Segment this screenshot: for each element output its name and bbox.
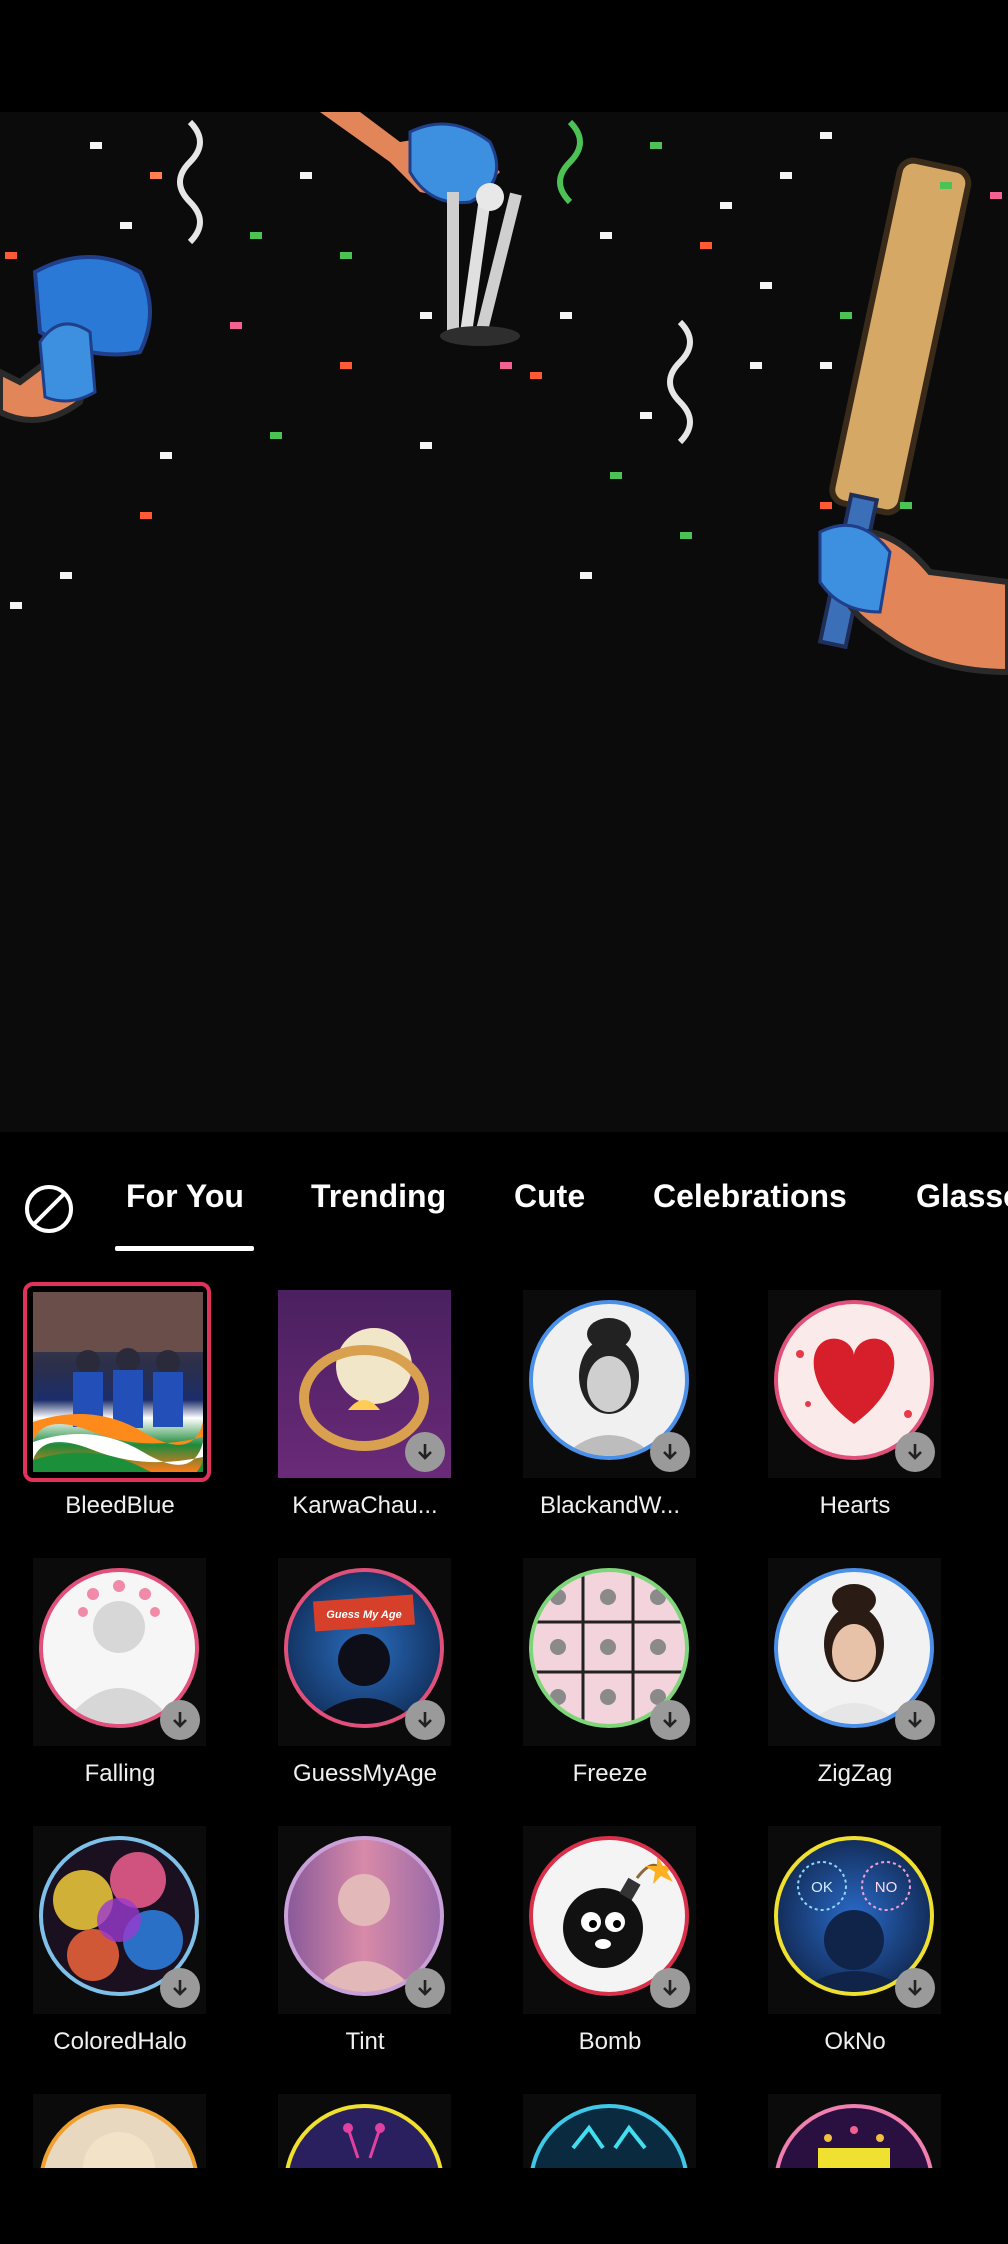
- download-icon: [895, 1700, 935, 1740]
- effect-label: ColoredHalo: [53, 2028, 187, 2055]
- effect-thumbnail: [33, 2094, 206, 2168]
- effect-label: BlackandW...: [539, 1492, 681, 1519]
- tab-trending[interactable]: Trending: [311, 1178, 446, 1215]
- effect-karwachauth[interactable]: KarwaChau...: [245, 1282, 465, 1532]
- stump-base: [440, 326, 520, 346]
- download-icon: [895, 1432, 935, 1472]
- download-icon: [650, 1700, 690, 1740]
- active-tab-indicator: [115, 1246, 254, 1251]
- effect-thumbnail: [768, 1290, 941, 1478]
- effect-row4-item-2[interactable]: [245, 2086, 465, 2168]
- effect-tint[interactable]: Tint: [245, 1818, 465, 2068]
- effect-thumbnail: [523, 1558, 696, 1746]
- guess-my-age-sign: Guess My Age: [326, 1609, 401, 1621]
- effect-row4-item-1[interactable]: [0, 2086, 220, 2168]
- download-icon: [650, 1968, 690, 2008]
- love-image: [818, 2126, 890, 2168]
- download-icon: [405, 1968, 445, 2008]
- stump-1: [447, 192, 459, 332]
- effect-thumbnail: [768, 2094, 941, 2168]
- download-icon: [650, 1432, 690, 1472]
- effect-thumbnail: [278, 1826, 451, 2014]
- effect-label: ZigZag: [817, 1760, 893, 1787]
- tab-glasses[interactable]: Glasse: [916, 1178, 1008, 1215]
- effect-okno[interactable]: OK NO OkNo: [735, 1818, 955, 2068]
- effect-bleedblue[interactable]: BleedBlue: [0, 1282, 220, 1532]
- effect-label: Bomb: [578, 2028, 642, 2055]
- effect-guessmyage[interactable]: Guess My Age GuessMyAge: [245, 1550, 465, 1800]
- no-text: NO: [875, 1879, 898, 1896]
- effect-thumbnail: [278, 2094, 451, 2168]
- effect-coloredhalo[interactable]: ColoredHalo: [0, 1818, 220, 2068]
- category-tab-bar: For You Trending Cute Celebrations Glass…: [0, 1160, 1008, 1256]
- effects-grid: BleedBlue KarwaChau... BlackandW... Hear…: [0, 1282, 1008, 2168]
- effect-thumbnail: [768, 1558, 941, 1746]
- effect-label: KarwaChau...: [292, 1492, 438, 1519]
- effect-row4-item-4[interactable]: [735, 2086, 955, 2168]
- team-players-image: [33, 1292, 203, 1472]
- effect-freeze[interactable]: Freeze: [490, 1550, 710, 1800]
- effect-thumbnail: OK NO: [768, 1826, 941, 2014]
- tab-celebrations[interactable]: Celebrations: [653, 1178, 847, 1215]
- effect-blackandwhite[interactable]: BlackandW...: [490, 1282, 710, 1532]
- effect-hearts[interactable]: Hearts: [735, 1282, 955, 1532]
- navigation-bar: [0, 2168, 1008, 2244]
- effect-bomb[interactable]: Bomb: [490, 1818, 710, 2068]
- download-icon: [160, 1968, 200, 2008]
- bear-image: [83, 2132, 155, 2168]
- streamer: [557, 119, 583, 205]
- effect-label: Tint: [345, 2028, 385, 2055]
- streamer: [667, 319, 693, 445]
- effect-row4-item-3[interactable]: [490, 2086, 710, 2168]
- effect-zigzag[interactable]: ZigZag: [735, 1550, 955, 1800]
- effect-thumbnail: [523, 2094, 696, 2168]
- effect-thumbnail: [33, 1826, 206, 2014]
- effect-thumbnail: Guess My Age: [278, 1558, 451, 1746]
- effect-circle: [774, 2104, 934, 2168]
- download-icon: [160, 1700, 200, 1740]
- tab-cute[interactable]: Cute: [514, 1178, 585, 1215]
- effect-thumbnail: [523, 1826, 696, 2014]
- streamer: [177, 119, 203, 245]
- effect-thumbnail: [523, 1290, 696, 1478]
- effect-label: OkNo: [824, 2028, 886, 2055]
- download-icon: [895, 1968, 935, 2008]
- effect-label: Freeze: [572, 1760, 648, 1787]
- tab-for-you[interactable]: For You: [126, 1178, 244, 1215]
- effect-circle: [529, 2104, 689, 2168]
- camera-preview: [0, 112, 1008, 1132]
- left-glove: [38, 322, 97, 403]
- ball: [476, 183, 504, 211]
- no-effect-icon[interactable]: [24, 1184, 74, 1234]
- space-image: [343, 2123, 385, 2159]
- effect-circle: [39, 2104, 199, 2168]
- download-icon: [405, 1700, 445, 1740]
- effect-label: GuessMyAge: [292, 1760, 438, 1787]
- cat-ears-image: [571, 2124, 647, 2150]
- effect-label: Hearts: [819, 1492, 891, 1519]
- effect-label: BleedBlue: [65, 1492, 175, 1519]
- status-bar: [0, 0, 1008, 112]
- effect-label: Falling: [84, 1760, 156, 1787]
- effect-thumbnail: [33, 1558, 206, 1746]
- ok-text: OK: [811, 1879, 833, 1896]
- download-icon: [405, 1432, 445, 1472]
- effect-thumbnail: [278, 1290, 451, 1478]
- cricket-celebration-overlay: [0, 112, 1008, 676]
- effect-falling[interactable]: Falling: [0, 1550, 220, 1800]
- effect-circle: [284, 2104, 444, 2168]
- effect-thumbnail: [33, 1292, 203, 1472]
